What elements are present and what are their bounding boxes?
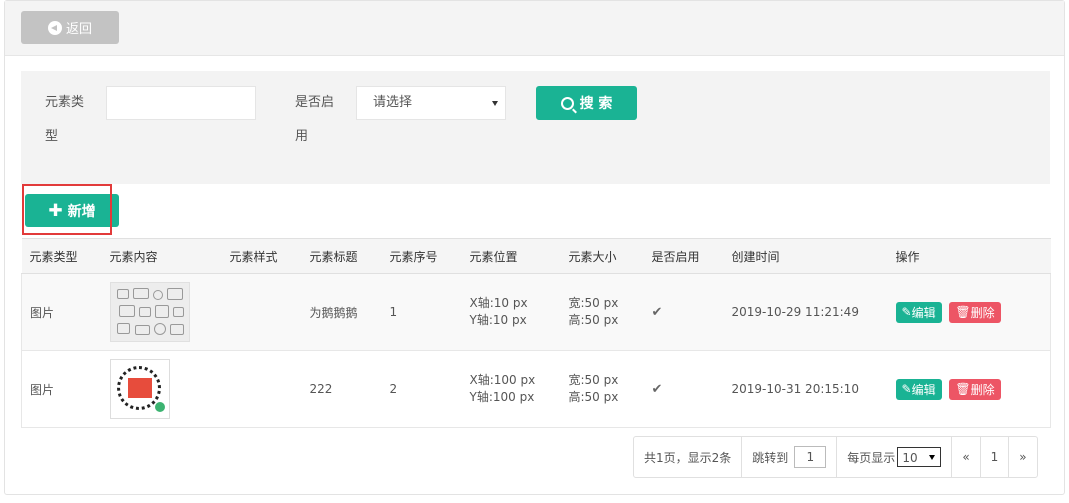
add-button[interactable]: ✚ 新增 <box>25 194 119 227</box>
column-header: 元素序号 <box>381 238 462 274</box>
size-width: 宽:50 px <box>568 373 619 387</box>
cell-position: X轴:10 px Y轴:10 px <box>461 273 561 351</box>
element-type-input[interactable] <box>106 86 256 120</box>
column-header: 元素内容 <box>101 238 222 274</box>
column-header: 操作 <box>887 238 1051 274</box>
cell-style <box>221 273 302 351</box>
table-row: 图片 为鹅鹅鹅 1 X轴:10 px Y轴:10 px 宽:50 px 高:50… <box>21 273 1051 351</box>
edit-icon: ✎ <box>901 382 912 396</box>
column-header: 元素样式 <box>221 238 302 274</box>
next-page-button[interactable]: » <box>1009 437 1036 477</box>
edit-button[interactable]: ✎ 编辑 <box>895 301 942 323</box>
caret-down-icon <box>929 455 936 460</box>
cell-created: 2019-10-29 11:21:49 <box>723 273 888 351</box>
cell-order: 1 <box>381 273 462 351</box>
cell-actions: ✎ 编辑 🗑 删除 <box>887 350 1051 428</box>
edit-button[interactable]: ✎ 编辑 <box>895 378 942 400</box>
cell-order: 2 <box>381 350 462 428</box>
position-x: X轴:100 px <box>469 373 536 387</box>
page-size: 每页显示 10 <box>837 437 953 477</box>
main-panel: 返回 元素类型 是否启用 请选择 搜 索 ✚ 新增 元素类型 元素内容 元素样式 <box>4 0 1065 495</box>
search-form: 元素类型 是否启用 请选择 搜 索 <box>21 71 1050 184</box>
elements-table: 元素类型 元素内容 元素样式 元素标题 元素序号 元素位置 元素大小 是否启用 … <box>21 238 1051 428</box>
prev-page-button[interactable]: « <box>952 437 981 477</box>
column-header: 元素位置 <box>461 238 561 274</box>
size-height: 高:50 px <box>568 313 619 327</box>
column-header: 元素大小 <box>560 238 644 274</box>
qr-code-image <box>109 359 170 419</box>
per-page-label: 每页显示 <box>847 450 896 465</box>
position-y: Y轴:100 px <box>469 390 535 404</box>
cell-enabled: ✔ <box>643 273 724 351</box>
add-button-label: 新增 <box>67 203 96 220</box>
table-header: 元素类型 元素内容 元素样式 元素标题 元素序号 元素位置 元素大小 是否启用 … <box>21 238 1051 274</box>
cell-created: 2019-10-31 20:15:10 <box>723 350 888 428</box>
plus-icon: ✚ <box>48 200 63 221</box>
position-y: Y轴:10 px <box>469 313 527 327</box>
caret-down-icon <box>492 101 498 106</box>
column-header: 是否启用 <box>643 238 724 274</box>
cell-style <box>221 350 302 428</box>
cell-content <box>101 273 222 351</box>
cell-enabled: ✔ <box>643 350 724 428</box>
cell-content <box>101 350 222 428</box>
cell-type: 图片 <box>21 350 102 428</box>
search-button-label: 搜 索 <box>579 96 613 112</box>
enabled-select[interactable]: 请选择 <box>356 86 506 120</box>
page-number-button[interactable]: 1 <box>981 437 1010 477</box>
delete-button-label: 删除 <box>970 305 995 320</box>
column-header: 创建时间 <box>723 238 888 274</box>
table-row: 图片 222 2 X轴:100 px Y轴:100 px 宽:50 px 高:5… <box>21 350 1051 428</box>
cell-title: 为鹅鹅鹅 <box>301 273 382 351</box>
delete-button[interactable]: 🗑 删除 <box>949 378 1001 400</box>
pagination-summary: 共1页，显示2条 <box>634 437 743 477</box>
enabled-label: 是否启用 <box>295 95 335 144</box>
cell-position: X轴:100 px Y轴:100 px <box>461 350 561 428</box>
column-header: 元素标题 <box>301 238 382 274</box>
element-type-label: 元素类型 <box>45 95 85 144</box>
search-icon <box>560 96 574 110</box>
enabled-select-value: 请选择 <box>373 95 413 110</box>
back-button[interactable]: 返回 <box>21 11 119 44</box>
sketch-thumbnail-image <box>109 282 190 342</box>
arrow-left-circle-icon <box>47 20 62 35</box>
pagination: 共1页，显示2条 跳转到 1 每页显示 10 « 1 » <box>633 436 1038 478</box>
cell-title: 222 <box>301 350 382 428</box>
jump-label: 跳转到 <box>752 450 789 465</box>
check-icon: ✔ <box>651 381 663 397</box>
size-width: 宽:50 px <box>568 296 619 310</box>
edit-button-label: 编辑 <box>911 382 936 397</box>
delete-button-label: 删除 <box>970 382 995 397</box>
position-x: X轴:10 px <box>469 296 528 310</box>
trash-icon: 🗑 <box>955 382 971 396</box>
jump-to-page: 跳转到 1 <box>742 437 838 477</box>
page-size-select[interactable]: 10 <box>897 447 942 467</box>
trash-icon: 🗑 <box>955 305 971 319</box>
check-icon: ✔ <box>651 304 663 320</box>
cell-size: 宽:50 px 高:50 px <box>560 350 644 428</box>
jump-page-input[interactable]: 1 <box>794 446 827 468</box>
delete-button[interactable]: 🗑 删除 <box>949 301 1001 323</box>
cell-actions: ✎ 编辑 🗑 删除 <box>887 273 1051 351</box>
top-toolbar: 返回 <box>5 1 1064 56</box>
cell-size: 宽:50 px 高:50 px <box>560 273 644 351</box>
column-header: 元素类型 <box>21 238 102 274</box>
cell-type: 图片 <box>21 273 102 351</box>
size-height: 高:50 px <box>568 390 619 404</box>
page-size-value: 10 <box>902 451 918 465</box>
edit-icon: ✎ <box>901 305 912 319</box>
search-button[interactable]: 搜 索 <box>536 86 637 120</box>
edit-button-label: 编辑 <box>911 305 936 320</box>
back-button-label: 返回 <box>65 22 92 37</box>
